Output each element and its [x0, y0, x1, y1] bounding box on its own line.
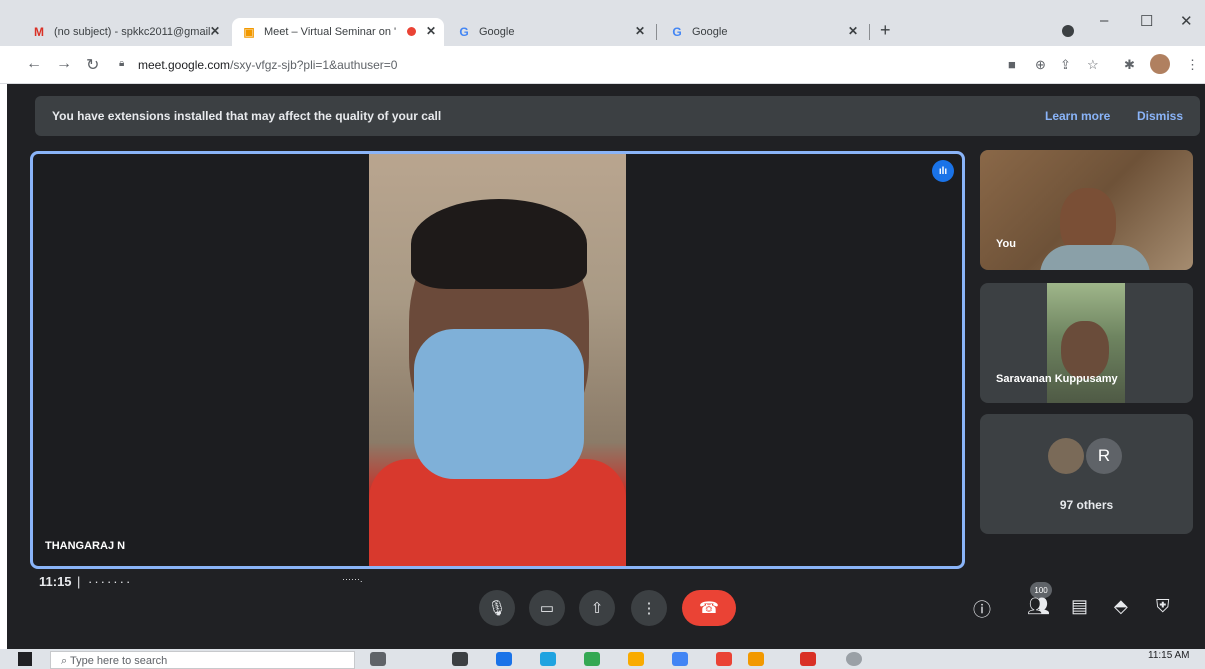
chat-icon[interactable]: ▤: [1071, 596, 1088, 617]
forward-icon[interactable]: →: [56, 55, 72, 73]
browser-toolbar: ← → ↻ 🔒︎ meet.google.com/sxy-vfgz-sjb?pl…: [0, 46, 1205, 84]
tab-label: (no subject) - spkkc2011@gmail.c: [54, 26, 214, 38]
banner-text: You have extensions installed that may a…: [52, 109, 442, 123]
face-mask: [414, 329, 584, 479]
close-icon[interactable]: ✕: [210, 24, 220, 38]
participant-name: Saravanan Kuppusamy: [996, 373, 1118, 385]
main-speaker-tile[interactable]: ılı THANGARAJ N: [30, 151, 965, 569]
self-tile[interactable]: You: [980, 150, 1193, 270]
url-domain: meet.google.com: [138, 58, 231, 72]
dismiss-button[interactable]: Dismiss: [1137, 109, 1183, 123]
participant-face: [1061, 321, 1109, 379]
avatar: R: [1086, 438, 1122, 474]
tab-label: Google: [479, 26, 515, 38]
browser-tab-strip: M (no subject) - spkkc2011@gmail.c ✕ ▣ M…: [0, 0, 1205, 46]
meet-area: You have extensions installed that may a…: [7, 84, 1205, 649]
profile-icon[interactable]: [1062, 25, 1074, 37]
close-window-button[interactable]: ✕: [1180, 12, 1193, 30]
microphone-icon: 🎙︎: [487, 600, 507, 617]
tab-meet[interactable]: ▣ Meet – Virtual Seminar on 'U ✕: [232, 18, 444, 46]
others-tile[interactable]: R 97 others: [980, 414, 1193, 534]
chrome-icon[interactable]: [748, 652, 764, 666]
new-tab-button[interactable]: +: [880, 20, 891, 41]
folder-icon[interactable]: [628, 652, 644, 666]
more-vert-icon: ⋮: [641, 600, 657, 617]
recording-icon: [407, 27, 416, 36]
close-icon[interactable]: ✕: [848, 24, 858, 38]
camera-icon[interactable]: ■: [1008, 57, 1016, 72]
close-icon[interactable]: ✕: [635, 24, 645, 38]
app-icon[interactable]: [496, 652, 512, 666]
google-icon: G: [672, 25, 682, 39]
hangup-icon: ☎︎: [699, 600, 719, 617]
leave-call-button[interactable]: ☎︎: [682, 590, 736, 626]
self-label: You: [996, 238, 1016, 250]
app-icon[interactable]: [584, 652, 600, 666]
tab-separator: [869, 24, 870, 40]
present-icon: ⇧: [590, 600, 604, 617]
tab-label: Google: [692, 26, 728, 38]
taskbar-search[interactable]: ⌕ Type here to search: [50, 651, 355, 669]
tab-gmail[interactable]: M (no subject) - spkkc2011@gmail.c ✕: [22, 18, 228, 46]
edge-icon[interactable]: [540, 652, 556, 666]
star-icon[interactable]: ☆: [1087, 57, 1099, 73]
gmail-icon: M: [34, 25, 44, 39]
lock-icon[interactable]: 🔒︎: [119, 58, 124, 69]
meeting-clock: 11:15: [39, 574, 72, 589]
tab-google-2[interactable]: G Google ✕: [660, 18, 866, 46]
app-icon[interactable]: [800, 652, 816, 666]
speaker-video: [369, 154, 626, 566]
close-icon[interactable]: ✕: [426, 24, 436, 38]
app-icon[interactable]: [452, 652, 468, 666]
avatar: [1048, 438, 1084, 474]
app-icon[interactable]: [846, 652, 862, 666]
windows-start-icon[interactable]: [18, 652, 32, 666]
app-icon[interactable]: [672, 652, 688, 666]
microphone-button[interactable]: 🎙︎: [479, 590, 515, 626]
host-controls-icon[interactable]: ⛨: [1156, 596, 1170, 617]
speaking-indicator-icon: ılı: [932, 160, 954, 182]
camera-icon: ▭: [539, 600, 555, 617]
avatar[interactable]: [1150, 54, 1170, 74]
speaker-hair: [411, 199, 587, 289]
menu-icon[interactable]: ⋮: [1186, 57, 1199, 73]
meeting-code: | ·······: [77, 574, 133, 589]
url-path: /sxy-vfgz-sjb?pli=1&authuser=0: [230, 58, 398, 72]
meeting-title: ······.: [342, 574, 363, 584]
share-icon[interactable]: ⇪: [1060, 57, 1071, 73]
search-icon: ⌕: [61, 655, 71, 667]
tab-google-1[interactable]: G Google ✕: [447, 18, 653, 46]
extensions-icon[interactable]: ✱: [1124, 57, 1135, 73]
google-icon: G: [459, 25, 469, 39]
maximize-button[interactable]: ☐: [1140, 12, 1153, 30]
people-icon[interactable]: 👥︎: [1027, 596, 1050, 617]
task-view-icon[interactable]: [370, 652, 386, 666]
present-button[interactable]: ⇧: [579, 590, 615, 626]
tab-separator: [656, 24, 657, 40]
info-icon[interactable]: ⓘ: [973, 596, 991, 622]
participant-video: [1047, 283, 1125, 403]
meet-icon: ▣: [243, 25, 255, 39]
minimize-button[interactable]: –: [1100, 12, 1108, 29]
others-count: 97 others: [1059, 498, 1114, 512]
app-icon[interactable]: [716, 652, 732, 666]
reload-icon[interactable]: ↻: [86, 55, 99, 75]
search-placeholder: Type here to search: [70, 655, 168, 667]
zoom-icon[interactable]: ⊕: [1035, 57, 1046, 73]
tab-label: Meet – Virtual Seminar on 'U: [264, 26, 396, 38]
activities-icon[interactable]: ⬘: [1114, 596, 1128, 617]
learn-more-link[interactable]: Learn more: [1045, 109, 1110, 123]
extension-warning-banner: You have extensions installed that may a…: [35, 96, 1200, 136]
participant-name: THANGARAJ N: [45, 540, 126, 552]
taskbar-clock: 11:15 AM: [1148, 650, 1190, 661]
address-bar[interactable]: meet.google.com/sxy-vfgz-sjb?pli=1&authu…: [138, 58, 397, 72]
participant-tile[interactable]: Saravanan Kuppusamy: [980, 283, 1193, 403]
windows-taskbar: ⌕ Type here to search 11:15 AM: [0, 649, 1205, 669]
camera-button[interactable]: ▭: [529, 590, 565, 626]
self-body: [1040, 245, 1150, 270]
more-options-button[interactable]: ⋮: [631, 590, 667, 626]
back-icon[interactable]: ←: [26, 55, 42, 73]
